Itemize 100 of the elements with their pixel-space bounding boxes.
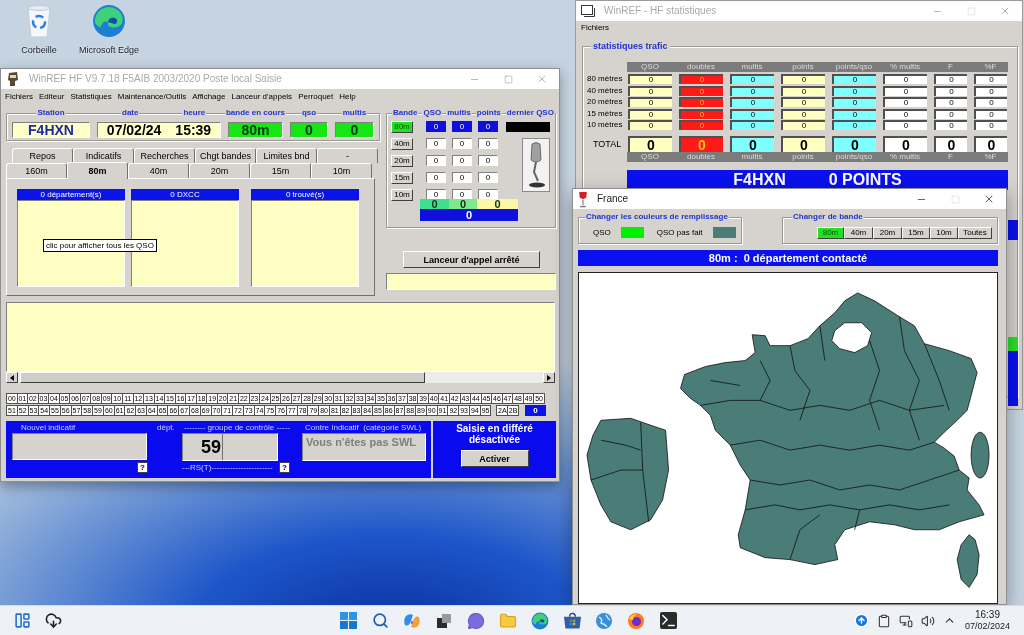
table-cell: 0	[781, 97, 825, 107]
start-icon[interactable]	[339, 612, 357, 629]
menu-item[interactable]: Perroquet	[298, 92, 334, 102]
cloud-icon[interactable]	[45, 612, 62, 629]
widgets-icon[interactable]	[14, 612, 31, 629]
count-cell: 0	[452, 172, 472, 183]
tab[interactable]: 15m	[250, 163, 311, 178]
color-label: QSO pas fait	[656, 227, 703, 238]
scroll-left-button[interactable]	[6, 372, 18, 383]
table-cell: 0	[883, 85, 927, 96]
menu-item[interactable]: Fichiers	[5, 92, 33, 102]
help-button[interactable]: ?	[279, 462, 290, 473]
clock-date[interactable]: 07/02/2024	[964, 621, 1010, 632]
search-icon[interactable]	[371, 612, 389, 629]
color-swatch-icon[interactable]	[620, 227, 644, 238]
menu-item[interactable]: Statistiques	[70, 92, 112, 102]
band-button[interactable]: 80m	[817, 227, 844, 239]
globe-icon[interactable]	[595, 611, 613, 630]
menu-item[interactable]: Help	[339, 92, 356, 102]
band-button[interactable]: 40m	[844, 227, 873, 239]
activate-button[interactable]: Activer	[460, 450, 529, 467]
column-label: multis	[446, 108, 472, 118]
browser-globe-icon[interactable]	[627, 611, 645, 630]
tab[interactable]: 80m	[67, 162, 128, 179]
table-cell: 0	[974, 120, 1007, 130]
desktop-icon-label[interactable]: Microsoft Edge	[79, 45, 139, 56]
menu-item[interactable]: Lanceur d'appels	[231, 92, 293, 102]
tab[interactable]: 160m	[6, 163, 67, 178]
band-button[interactable]: 80m	[391, 120, 413, 133]
close-icon	[983, 193, 995, 205]
tab[interactable]: 10m	[311, 163, 372, 178]
count-cell: 0	[452, 155, 472, 166]
help-button[interactable]: ?	[137, 462, 148, 473]
column-header: % multis	[888, 62, 922, 72]
horizontal-scrollbar[interactable]	[6, 372, 555, 383]
swirl-logo-icon[interactable]	[92, 4, 126, 38]
contact-banner: 80m : 0 département contacté	[578, 250, 998, 266]
field-label: qso	[300, 108, 318, 118]
table-cell: 0	[832, 108, 876, 119]
upload-circle-icon[interactable]	[854, 613, 870, 628]
task-view-icon[interactable]	[436, 612, 452, 629]
menu-item[interactable]: Maintenance/Outils	[117, 92, 187, 102]
count-cell: 0	[426, 155, 446, 166]
tab[interactable]: 40m	[128, 163, 189, 178]
network-icon[interactable]	[898, 613, 913, 628]
tab[interactable]: Chgt bandes	[195, 148, 256, 163]
desktop-icon-label[interactable]: Corbeille	[21, 45, 57, 56]
column-label: dernier QSO	[505, 108, 555, 118]
color-swatch-icon[interactable]	[712, 227, 736, 238]
volume-icon[interactable]	[920, 613, 935, 628]
row-label: 40 mètres	[586, 85, 624, 96]
field-label: multis	[341, 108, 368, 118]
tab[interactable]: Repos	[12, 148, 73, 163]
swirl-logo-icon[interactable]	[531, 611, 549, 630]
clock-time[interactable]: 16:39	[974, 609, 1000, 621]
band-button[interactable]: 15m	[391, 171, 413, 184]
band-button[interactable]: 10m	[930, 227, 958, 239]
table-cell: 0	[781, 136, 825, 152]
date-value: 07/02/24	[106, 122, 162, 138]
column-label: QSO	[422, 108, 443, 118]
band-button[interactable]: 20m	[873, 227, 902, 239]
tab[interactable]: Limites bnd	[256, 148, 317, 163]
list-box[interactable]	[251, 200, 359, 287]
tab[interactable]: -	[317, 148, 378, 163]
band-button[interactable]: 15m	[902, 227, 930, 239]
shopping-bag-icon[interactable]	[562, 612, 582, 629]
qso-count-field: 0	[290, 122, 328, 138]
colorful-swirl-icon[interactable]	[403, 611, 421, 630]
band-button[interactable]: Toutes	[958, 227, 992, 239]
table-cell: 0	[628, 74, 672, 84]
band-button[interactable]: 10m	[391, 188, 413, 201]
tooltip: clic pour afficher tous les QSO	[43, 239, 157, 252]
field-label: dépt.	[157, 423, 176, 432]
terminal-icon[interactable]	[659, 612, 677, 629]
table-cell: 0	[974, 74, 1007, 84]
tab[interactable]: 20m	[189, 163, 250, 178]
caller-button[interactable]: Lanceur d'appel arrêté	[403, 251, 540, 268]
table-cell: 0	[781, 120, 825, 130]
report-field[interactable]: 59	[182, 433, 278, 461]
list-box[interactable]	[17, 200, 125, 287]
menu-item[interactable]: Affichage	[192, 92, 226, 102]
tab[interactable]: Recherches	[134, 148, 195, 163]
callsign-input[interactable]	[12, 433, 147, 460]
scrollbar-thumb[interactable]	[20, 372, 425, 383]
banner-callsign: F4HXN	[733, 171, 786, 189]
band-button[interactable]: 20m	[391, 154, 413, 167]
menu-item[interactable]: Fichiers	[581, 23, 609, 33]
chat-bubble-icon[interactable]	[467, 611, 485, 630]
deferred-status-text: Saisie en différé	[456, 423, 533, 434]
clipboard-icon[interactable]	[876, 613, 891, 628]
scroll-right-button[interactable]	[543, 372, 555, 383]
menu-item[interactable]: Editeur	[39, 92, 65, 102]
field-label: heure	[182, 108, 207, 118]
column-header: QSO	[640, 62, 660, 72]
column-header: doubles	[686, 62, 716, 72]
field-label: ---RS(T)-----------------------	[182, 463, 274, 472]
wine-glass-icon	[578, 190, 588, 208]
window-title: WinREF - HF statistiques	[604, 5, 717, 17]
band-button[interactable]: 40m	[391, 137, 413, 150]
maximize-icon	[503, 74, 513, 84]
